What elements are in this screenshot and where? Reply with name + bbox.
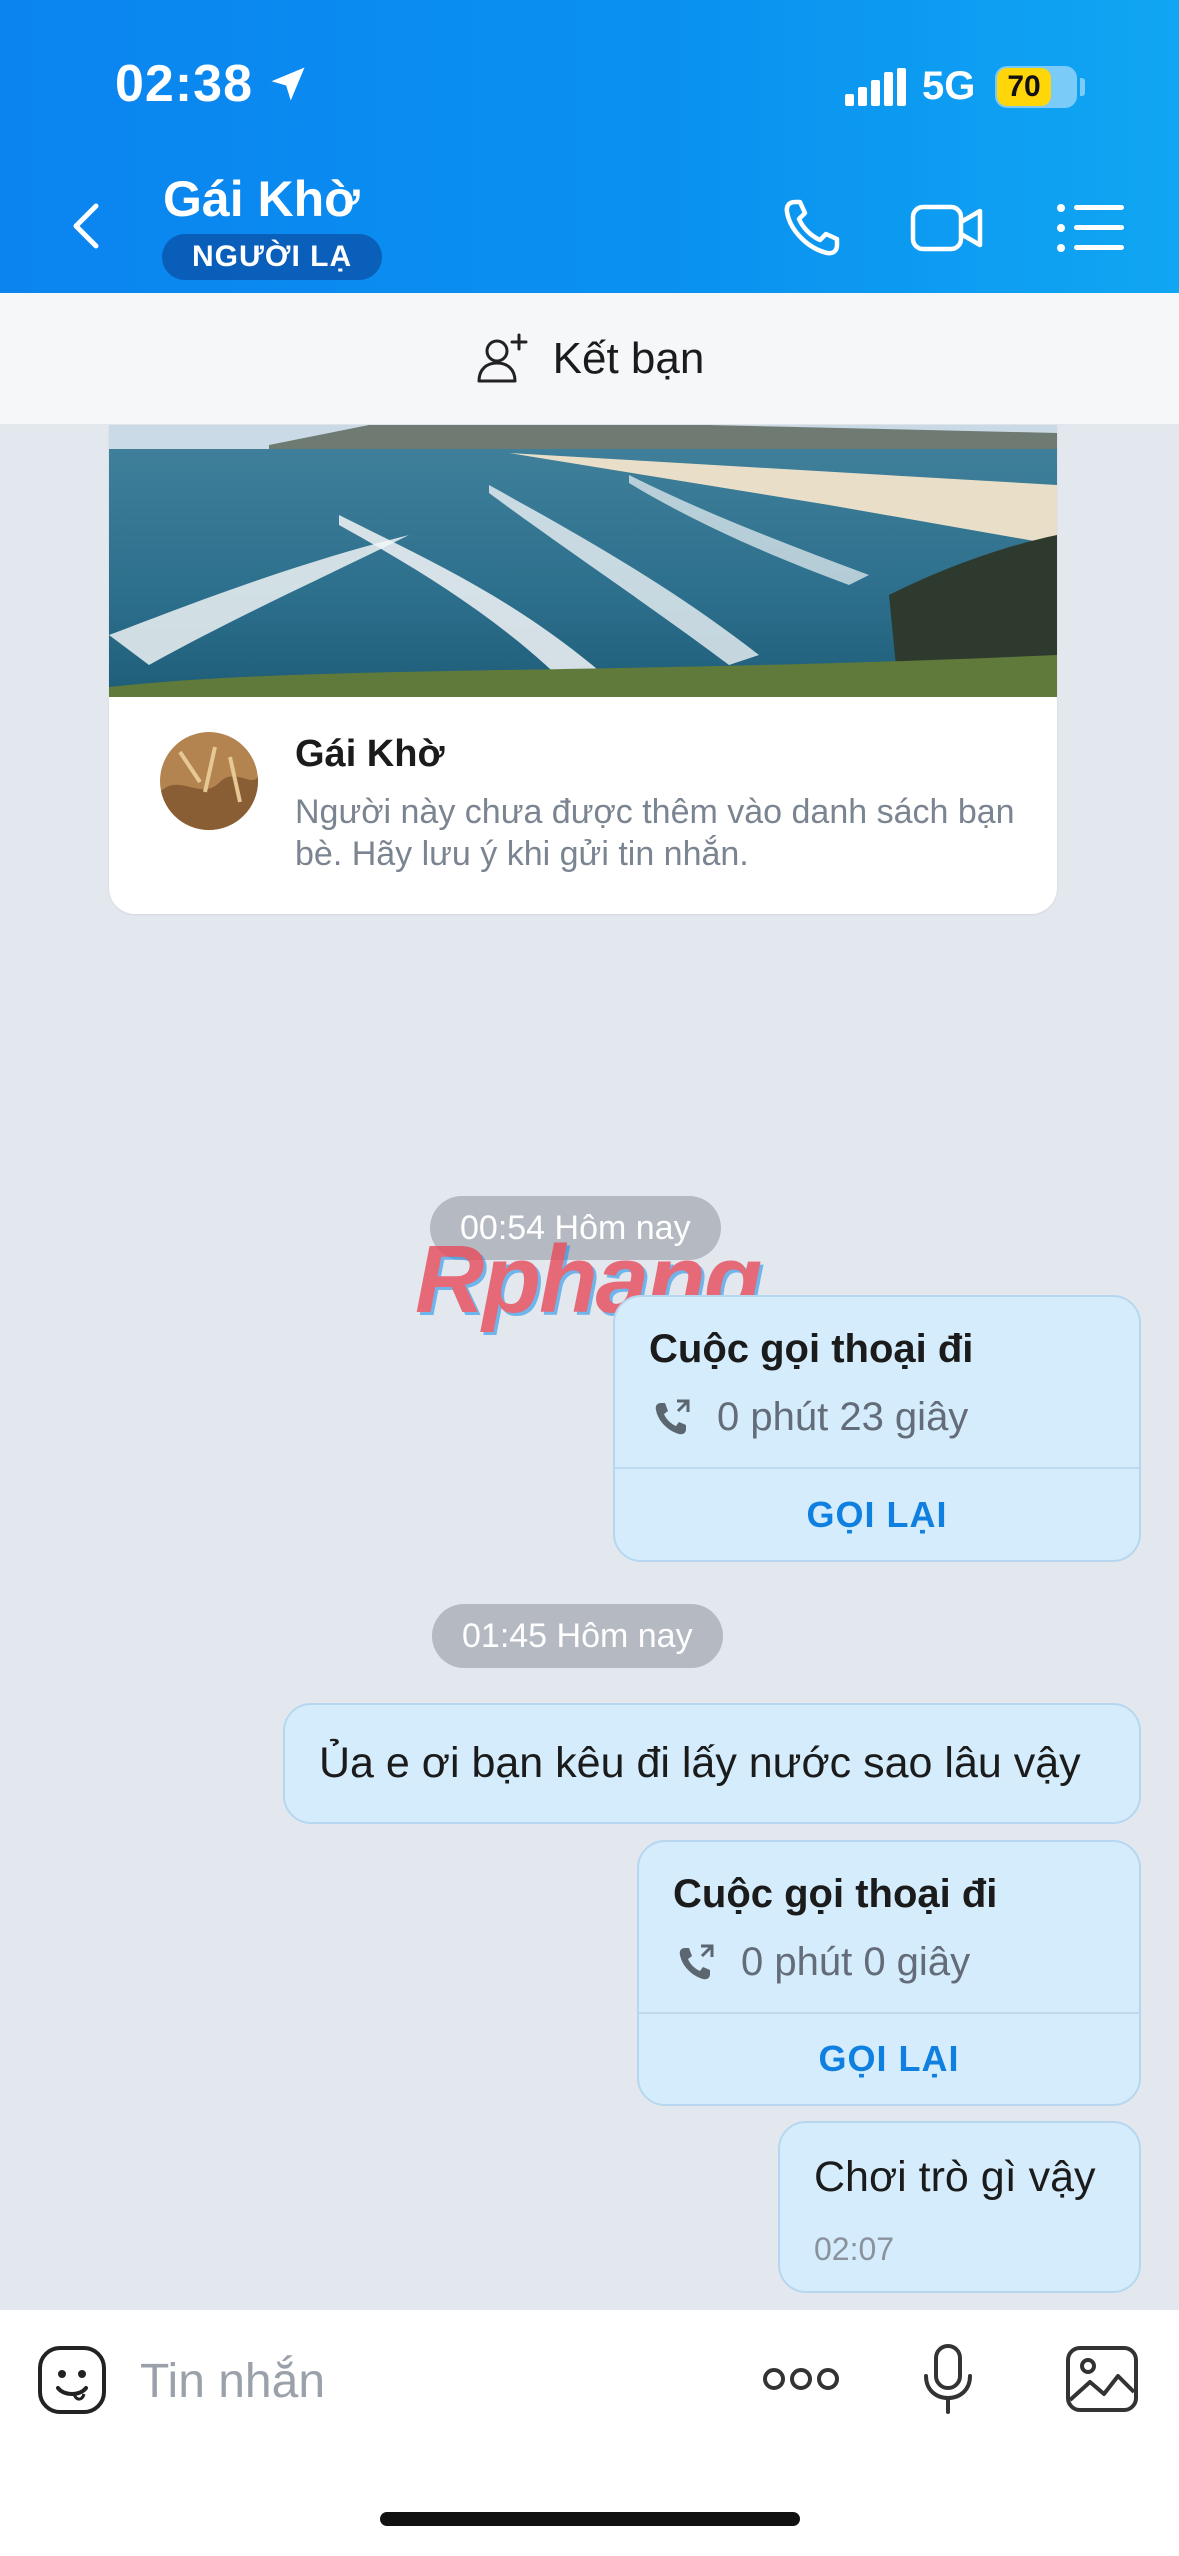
- message-text: Chơi trò gì vậy: [814, 2153, 1096, 2201]
- home-indicator: [380, 2512, 800, 2526]
- message-input[interactable]: [140, 2346, 700, 2416]
- avatar[interactable]: [160, 732, 258, 830]
- call-message[interactable]: Cuộc gọi thoại đi 0 phút 0 giây GỌI LẠI: [637, 1840, 1141, 2106]
- more-icon[interactable]: [760, 2354, 842, 2404]
- call-back-button[interactable]: GỌI LẠI: [639, 2014, 1139, 2104]
- text-message[interactable]: Chơi trò gì vậy 02:07: [778, 2121, 1141, 2293]
- call-message[interactable]: Cuộc gọi thoại đi 0 phút 23 giây GỌI LẠI: [613, 1295, 1141, 1562]
- cover-photo: [109, 425, 1057, 697]
- image-icon[interactable]: [1064, 2344, 1140, 2414]
- phone-icon[interactable]: [775, 192, 855, 264]
- signal-bars-icon: [845, 68, 906, 106]
- microphone-icon[interactable]: [918, 2342, 978, 2418]
- add-friend-button[interactable]: Kết bạn: [0, 293, 1179, 425]
- add-person-icon: [477, 333, 528, 382]
- video-camera-icon[interactable]: [908, 192, 988, 264]
- status-time: 02:38: [115, 55, 253, 113]
- message-text: Ủa e ơi bạn kêu đi lấy nước sao lâu vậy: [319, 1739, 1081, 1787]
- call-duration: 0 phút 0 giây: [741, 1940, 971, 1984]
- battery-icon: 70: [995, 66, 1077, 108]
- call-duration: 0 phút 23 giây: [717, 1395, 969, 1439]
- menu-list-icon[interactable]: [1052, 192, 1132, 264]
- back-chevron-icon[interactable]: [58, 196, 118, 256]
- time-separator: 01:45 Hôm nay: [432, 1604, 723, 1668]
- outgoing-call-icon: [655, 1399, 690, 1434]
- location-arrow-icon: [271, 67, 305, 101]
- network-label: 5G: [922, 64, 976, 108]
- sticker-icon[interactable]: [36, 2344, 108, 2416]
- text-message[interactable]: Ủa e ơi bạn kêu đi lấy nước sao lâu vậy: [283, 1703, 1141, 1824]
- profile-card[interactable]: Gái Khờ Người này chưa được thêm vào dan…: [109, 425, 1057, 914]
- outgoing-call-icon: [679, 1944, 714, 1979]
- card-contact-name: Gái Khờ: [295, 733, 445, 775]
- add-friend-label: Kết bạn: [552, 333, 705, 383]
- chat-header: 02:38 5G 70 Gái Khờ NGƯỜI LẠ: [0, 0, 1179, 293]
- call-title: Cuộc gọi thoại đi: [649, 1327, 974, 1371]
- battery-tip: [1080, 78, 1085, 96]
- battery-level: 70: [997, 68, 1051, 106]
- contact-name[interactable]: Gái Khờ: [163, 170, 360, 228]
- stranger-warning: Người này chưa được thêm vào danh sách b…: [295, 793, 1015, 873]
- call-back-button[interactable]: GỌI LẠI: [615, 1469, 1139, 1560]
- message-time: 02:07: [814, 2231, 895, 2267]
- call-title: Cuộc gọi thoại đi: [673, 1872, 998, 1916]
- stranger-badge: NGƯỜI LẠ: [162, 234, 383, 280]
